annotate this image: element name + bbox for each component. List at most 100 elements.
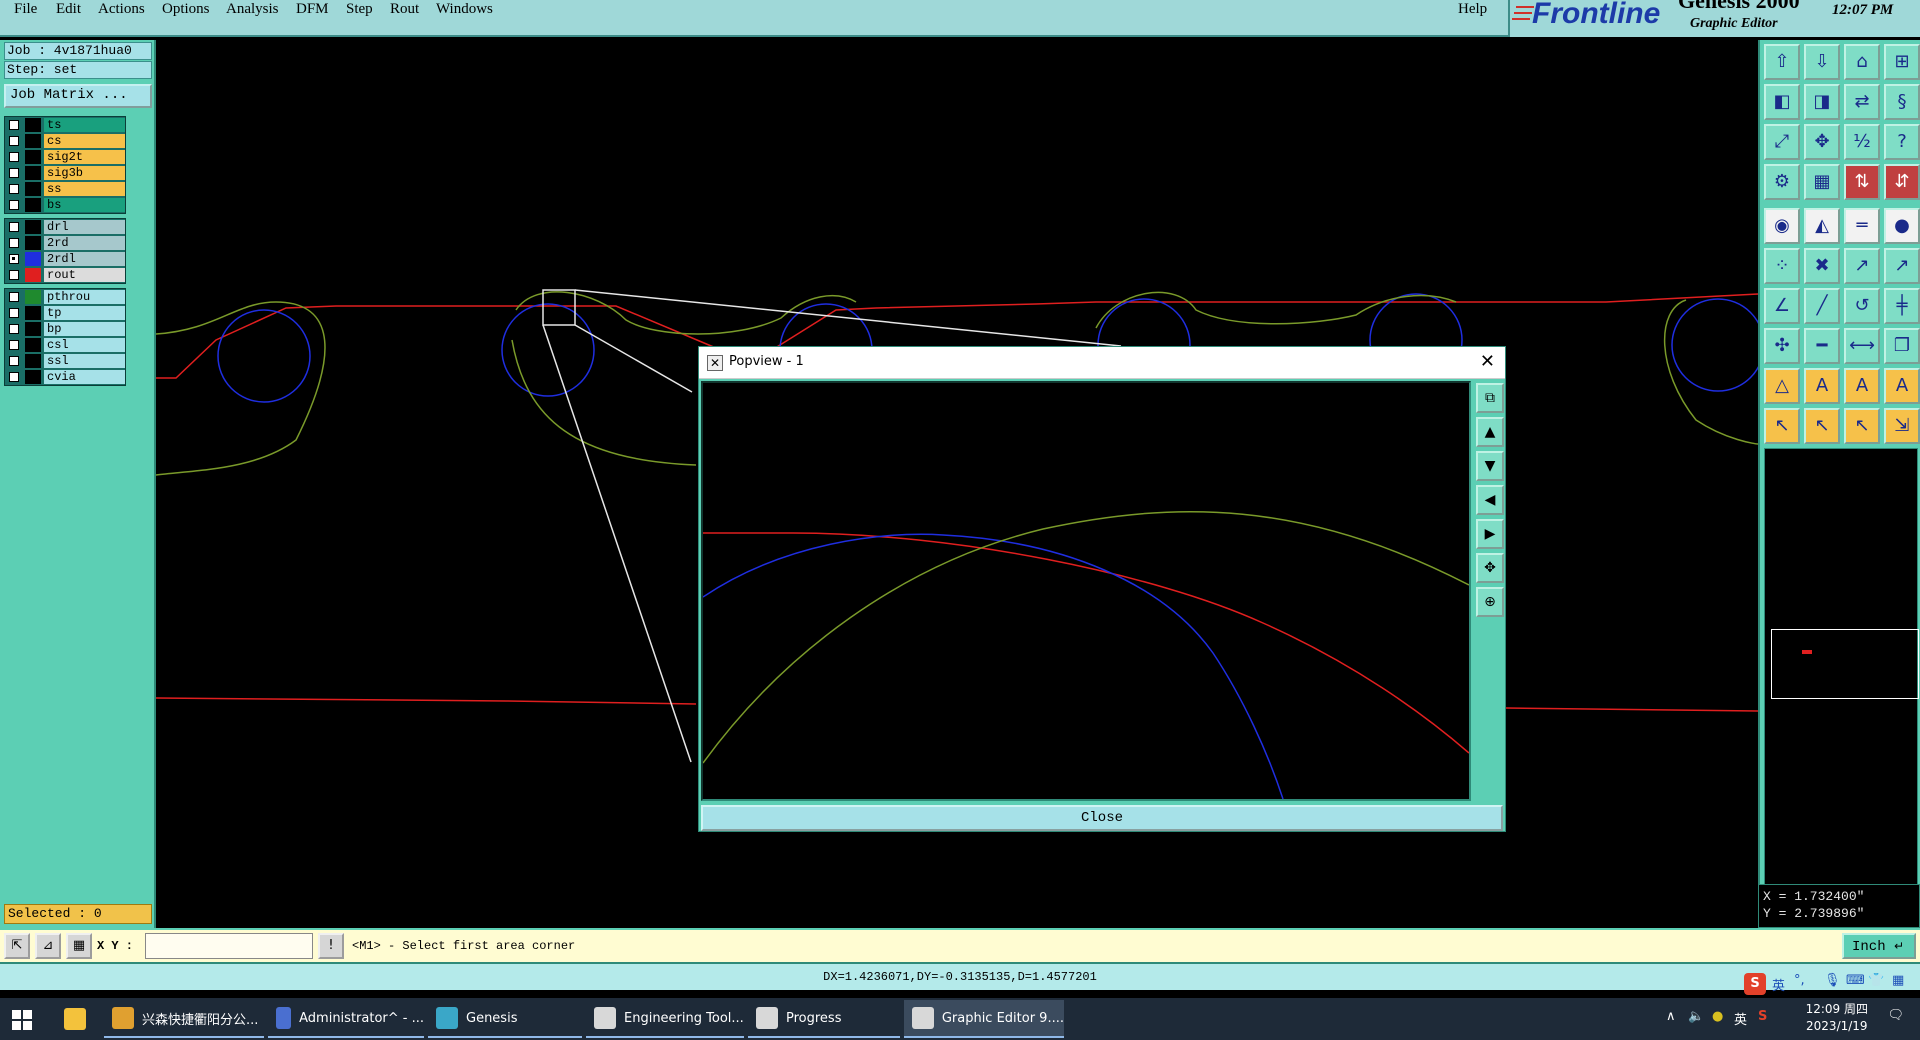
layer-checkbox[interactable] (9, 222, 19, 232)
layer-name[interactable]: bp (44, 322, 125, 336)
taskbar-app-4[interactable]: Progress (748, 1000, 900, 1038)
text-a-line-icon[interactable]: A (1884, 368, 1920, 404)
grid-toggle-icon[interactable]: ▦ (1804, 164, 1840, 200)
keyboard-icon[interactable]: ⌨ (1846, 973, 1865, 988)
layer-row-drl[interactable]: drl (5, 219, 125, 235)
layer-row-pthrou[interactable]: pthrou (5, 289, 125, 305)
taskbar-app-3[interactable]: Engineering Tool... (586, 1000, 744, 1038)
layer-name[interactable]: drl (44, 220, 125, 234)
popview-pan-up-icon[interactable]: ▲ (1476, 417, 1504, 447)
cut-icon[interactable]: ━ (1804, 328, 1840, 364)
pan-right-icon[interactable]: ◨ (1804, 84, 1840, 120)
layer-row-ss[interactable]: ss (5, 181, 125, 197)
layer-sync-icon[interactable]: ⇅ (1844, 164, 1880, 200)
layer-checkbox[interactable] (9, 356, 19, 366)
layer-checkbox[interactable] (9, 270, 19, 280)
layer-color-swatch[interactable] (25, 338, 41, 352)
layer-color-swatch[interactable] (25, 182, 41, 196)
layer-name[interactable]: ssl (44, 354, 125, 368)
node-icon[interactable]: ⁘ (1764, 248, 1800, 284)
layer-color-swatch[interactable] (25, 354, 41, 368)
layer-checkbox[interactable] (9, 120, 19, 130)
arc-icon[interactable]: ↺ (1844, 288, 1880, 324)
windows-start-icon[interactable] (12, 1010, 32, 1030)
layer-row-sig2t[interactable]: sig2t (5, 149, 125, 165)
popview-pan-left-icon[interactable]: ◀ (1476, 485, 1504, 515)
layer-row-2rdl[interactable]: 2rdl (5, 251, 125, 267)
menu-edit[interactable]: Edit (56, 1, 81, 18)
layer-color-swatch[interactable] (25, 268, 41, 282)
ime-punctuation-icon[interactable]: °, (1794, 973, 1805, 988)
layer-swap-icon[interactable]: ⇵ (1884, 164, 1920, 200)
text-a-edit-icon[interactable]: A (1844, 368, 1880, 404)
layer-name[interactable]: sig2t (44, 150, 125, 164)
pan-left-icon[interactable]: ◧ (1764, 84, 1800, 120)
layer-checkbox[interactable] (9, 340, 19, 350)
skin-icon[interactable]: 👕 (1868, 973, 1884, 988)
layer-color-swatch[interactable] (25, 166, 41, 180)
menu-windows[interactable]: Windows (436, 1, 493, 18)
swap-icon[interactable]: ⇄ (1844, 84, 1880, 120)
taskbar-app-2[interactable]: Genesis (428, 1000, 582, 1038)
layer-checkbox[interactable] (9, 292, 19, 302)
popview-zoom-fit-icon[interactable]: ⧉ (1476, 383, 1504, 413)
layer-checkbox[interactable] (9, 238, 19, 248)
s-curve-icon[interactable]: § (1884, 84, 1920, 120)
popview-zoom-in-icon[interactable]: ⊕ (1476, 587, 1504, 617)
popview-close-button[interactable]: Close (701, 805, 1503, 831)
menu-options[interactable]: Options (162, 1, 210, 18)
layer-checkbox[interactable] (9, 324, 19, 334)
microphone-icon[interactable]: 🎙 (1824, 973, 1841, 988)
layer-color-swatch[interactable] (25, 150, 41, 164)
menu-rout[interactable]: Rout (390, 1, 419, 18)
page-down-icon[interactable]: ⇩ (1804, 44, 1840, 80)
layer-name[interactable]: csl (44, 338, 125, 352)
layer-name[interactable]: pthrou (44, 290, 125, 304)
taskbar-app-1[interactable]: Administrator^ - ... (268, 1000, 424, 1038)
layer-row-tp[interactable]: tp (5, 305, 125, 321)
sogou-tray-icon[interactable]: S (1758, 1009, 1767, 1024)
layer-color-swatch[interactable] (25, 370, 41, 384)
page-up-icon[interactable]: ⇧ (1764, 44, 1800, 80)
layer-checkbox[interactable] (9, 372, 19, 382)
stretch-icon[interactable]: ⟷ (1844, 328, 1880, 364)
home-icon[interactable]: ⌂ (1844, 44, 1880, 80)
scale-icon[interactable]: ½ (1844, 124, 1880, 160)
layer-name[interactable]: ss (44, 182, 125, 196)
layer-row-bs[interactable]: bs (5, 197, 125, 213)
window-split-icon[interactable]: ⊞ (1884, 44, 1920, 80)
network-icon[interactable]: ● (1712, 1009, 1723, 1024)
clock[interactable]: 12:09 周四 2023/1/19 (1806, 1001, 1868, 1035)
layer-checkbox[interactable] (9, 254, 19, 264)
layer-color-swatch[interactable] (25, 134, 41, 148)
pointer-route-icon[interactable]: ⇲ (1884, 408, 1920, 444)
file-explorer-icon[interactable] (56, 1000, 102, 1038)
popview-canvas[interactable] (701, 381, 1471, 801)
layer-checkbox[interactable] (9, 308, 19, 318)
copy-icon[interactable]: ❐ (1884, 328, 1920, 364)
text-a-icon[interactable]: A (1804, 368, 1840, 404)
layer-name[interactable]: 2rdl (44, 252, 125, 266)
popview-zoom-out-icon[interactable]: ✥ (1476, 553, 1504, 583)
layer-row-ssl[interactable]: ssl (5, 353, 125, 369)
layer-row-csl[interactable]: csl (5, 337, 125, 353)
layer-row-bp[interactable]: bp (5, 321, 125, 337)
layer-row-cvia[interactable]: cvia (5, 369, 125, 385)
center-icon[interactable]: ✥ (1804, 124, 1840, 160)
layer-name[interactable]: bs (44, 198, 125, 212)
notification-icon[interactable]: 🗨 (1887, 1008, 1904, 1023)
layer-color-swatch[interactable] (25, 236, 41, 250)
tray-language[interactable]: 英 (1734, 1009, 1747, 1028)
layer-name[interactable]: ts (44, 118, 125, 132)
close-icon[interactable]: ✕ (1480, 351, 1495, 372)
line-icon[interactable]: ╱ (1804, 288, 1840, 324)
popview-pan-down-icon[interactable]: ▼ (1476, 451, 1504, 481)
layer-color-swatch[interactable] (25, 252, 41, 266)
menu-file[interactable]: File (14, 1, 37, 18)
unit-selector[interactable]: Inch ↵ (1842, 933, 1916, 959)
layer-row-rout[interactable]: rout (5, 267, 125, 283)
layer-checkbox[interactable] (9, 136, 19, 146)
layer-color-swatch[interactable] (25, 220, 41, 234)
snap-icon[interactable]: ⇱ (4, 933, 30, 959)
triangle-icon[interactable]: △ (1764, 368, 1800, 404)
